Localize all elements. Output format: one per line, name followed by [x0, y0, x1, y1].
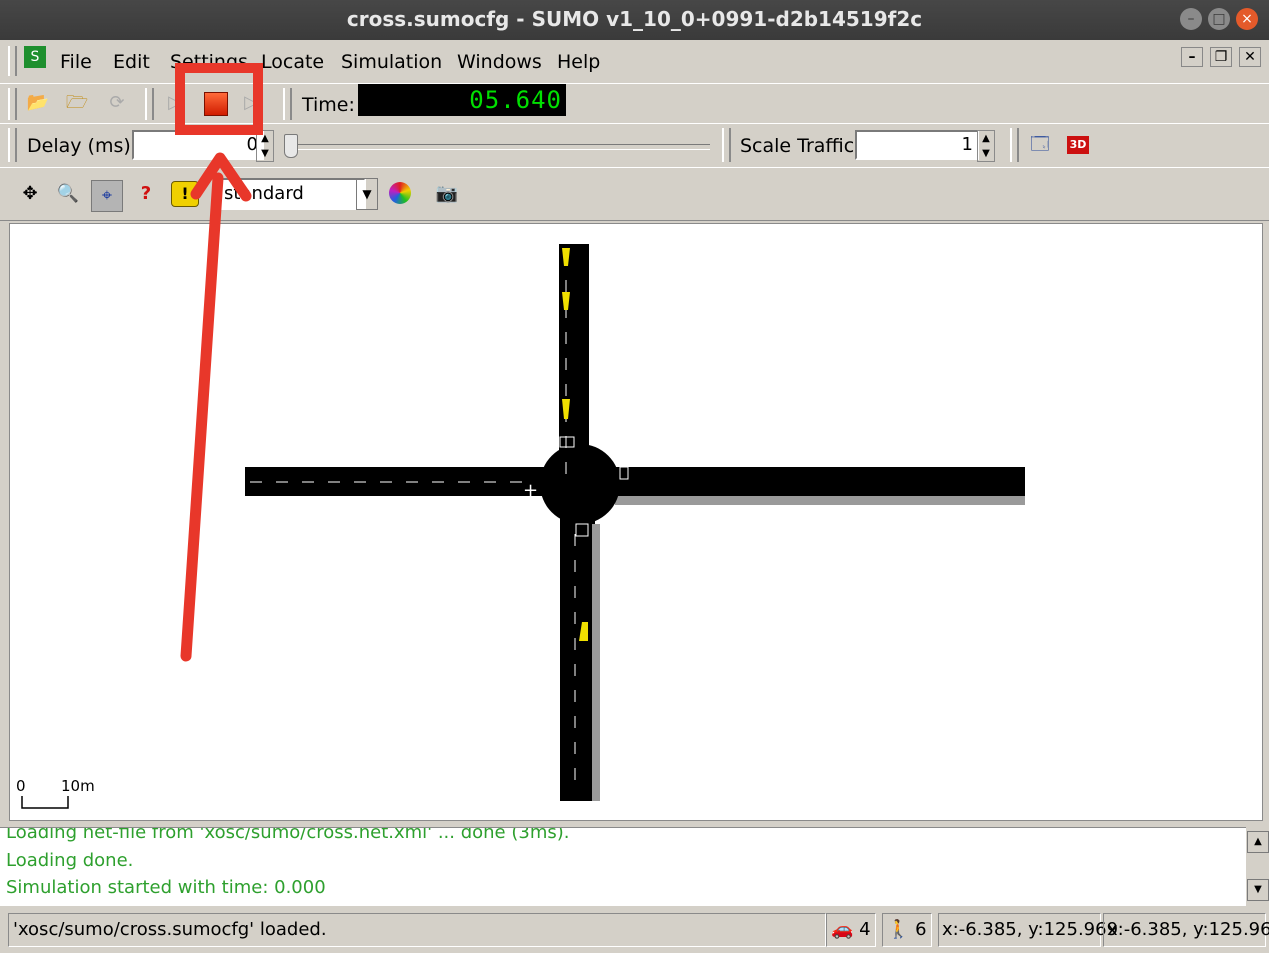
menu-help[interactable]: Help: [557, 51, 600, 73]
message-line: Simulation started with time: 0.000: [6, 877, 326, 898]
vehicle-count-button[interactable]: 🚗 4: [826, 913, 876, 947]
message-panel: Loading net-file from 'xosc/sumo/cross.n…: [0, 827, 1246, 906]
person-count-button[interactable]: 🚶 6: [882, 913, 932, 947]
network-drawing: + 0 10m: [16, 244, 1025, 809]
scale-traffic-input[interactable]: 1: [855, 130, 979, 160]
person-count: 6: [915, 919, 927, 940]
message-icon[interactable]: !: [171, 181, 199, 207]
junction-marker: +: [523, 480, 538, 501]
sidewalk-east: [615, 496, 1025, 505]
mdi-minimize-button[interactable]: –: [1181, 47, 1203, 67]
menu-settings[interactable]: Settings: [170, 51, 248, 73]
menu-edit[interactable]: Edit: [113, 51, 150, 73]
maximize-button[interactable]: □: [1208, 8, 1230, 30]
delay-toolbar: Delay (ms): 0 ▲ ▼ Scale Traffic: 1 ▲ ▼ 🗔 3…: [0, 123, 1269, 169]
delay-slider-thumb[interactable]: [284, 134, 298, 158]
network-canvas[interactable]: + 0 10m: [9, 223, 1263, 821]
time-label: Time:: [302, 94, 355, 116]
time-display: 05.640: [358, 84, 566, 116]
new-2d-view-icon[interactable]: 🗔: [1027, 132, 1053, 158]
grip-handle[interactable]: [283, 88, 292, 120]
sidewalk-south: [592, 524, 600, 801]
reload-icon[interactable]: ⟳: [104, 90, 130, 116]
grip-handle[interactable]: [8, 46, 17, 76]
scale-bar-end: 10m: [61, 777, 95, 795]
close-button[interactable]: ×: [1236, 8, 1258, 30]
mdi-restore-button[interactable]: ❐: [1210, 47, 1232, 67]
menu-bar: S File Edit Settings Locate Simulation W…: [0, 40, 1269, 83]
grip-handle[interactable]: [1010, 128, 1019, 162]
delay-label: Delay (ms):: [27, 135, 138, 157]
color-wheel-icon[interactable]: [389, 182, 411, 204]
south-road: [560, 514, 595, 801]
status-text: 'xosc/sumo/cross.sumocfg' loaded.: [8, 913, 826, 947]
mdi-close-button[interactable]: ✕: [1239, 47, 1261, 67]
simulation-toolbar: 📂 🗁 ⟳ ▷ ▷ Time:: [0, 83, 1269, 125]
grip-handle[interactable]: [8, 88, 17, 120]
scroll-up-icon[interactable]: ▲: [1247, 831, 1269, 853]
inspect-icon[interactable]: ?: [133, 181, 159, 207]
delay-slider-track[interactable]: [290, 144, 710, 150]
scheme-select[interactable]: standard: [214, 178, 366, 210]
scale-bar: [21, 796, 69, 809]
run-simulation-icon[interactable]: ▷: [162, 90, 188, 116]
step-simulation-icon[interactable]: ▷: [238, 90, 264, 116]
window-title: cross.sumocfg - SUMO v1_10_0+0991-d2b145…: [346, 7, 923, 31]
menu-file[interactable]: File: [60, 51, 92, 73]
title-bar: cross.sumocfg - SUMO v1_10_0+0991-d2b145…: [0, 0, 1269, 40]
stop-simulation-icon[interactable]: [204, 92, 228, 116]
zoom-icon[interactable]: 🔍: [55, 181, 81, 207]
scale-traffic-label: Scale Traffic:: [740, 135, 861, 157]
person-icon: 🚶: [887, 919, 910, 940]
geo-coordinates: x:-6.385, y:125.969: [1103, 913, 1269, 947]
grip-handle[interactable]: [722, 128, 731, 162]
sumo-app-icon: S: [24, 46, 46, 68]
cursor-coordinates: x:-6.385, y:125.969: [938, 913, 1118, 947]
open-simulation-icon[interactable]: 📂: [25, 90, 51, 116]
menu-locate[interactable]: Locate: [261, 51, 324, 73]
message-scrollbar[interactable]: ▲ ▼: [1246, 827, 1269, 905]
locate-icon[interactable]: ⌖: [91, 180, 123, 212]
vehicle-count: 4: [859, 919, 871, 940]
scale-bar-start: 0: [16, 777, 26, 795]
car-icon: 🚗: [831, 919, 854, 940]
grip-handle[interactable]: [145, 88, 154, 120]
menu-simulation[interactable]: Simulation: [341, 51, 442, 73]
screenshot-icon[interactable]: 📷: [434, 181, 460, 207]
recenter-view-icon[interactable]: ✥: [17, 181, 43, 207]
menu-windows[interactable]: Windows: [457, 51, 542, 73]
message-line: Loading done.: [6, 850, 134, 871]
open-network-icon[interactable]: 🗁: [64, 90, 90, 116]
chevron-down-icon[interactable]: ▼: [356, 178, 378, 210]
status-bar: 'xosc/sumo/cross.sumocfg' loaded. 🚗 4 🚶 …: [0, 907, 1269, 953]
scroll-down-icon[interactable]: ▼: [1247, 879, 1269, 901]
junction: [540, 444, 620, 524]
view-toolbar: ✥ 🔍 ⌖ ? ! standard ▼ 📷: [0, 167, 1269, 221]
delay-spinner[interactable]: ▲ ▼: [256, 130, 274, 162]
message-line: Loading net-file from 'xosc/sumo/cross.n…: [6, 827, 570, 843]
scale-traffic-spinner[interactable]: ▲ ▼: [977, 130, 995, 162]
delay-input[interactable]: 0: [132, 130, 264, 160]
new-3d-view-icon[interactable]: 3D: [1067, 136, 1089, 154]
minimize-button[interactable]: –: [1180, 8, 1202, 30]
grip-handle[interactable]: [8, 128, 17, 162]
